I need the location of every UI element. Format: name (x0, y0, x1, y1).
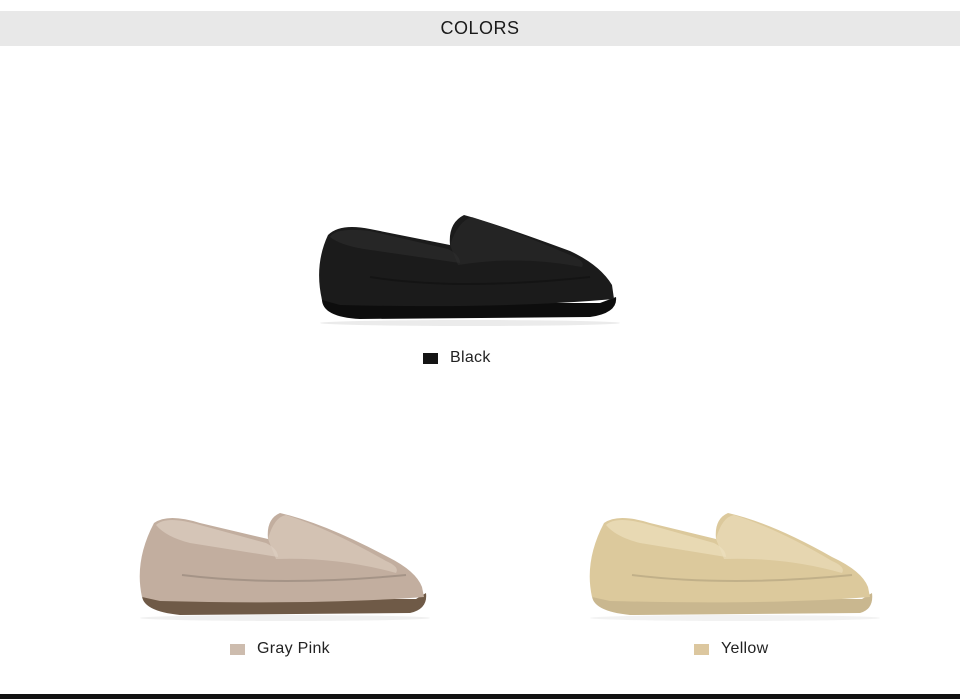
slipper-yellow-image (589, 513, 880, 621)
slipper-toe-flap (450, 217, 583, 267)
color-chip-yellow (694, 643, 709, 655)
colors-header-band: COLORS (0, 11, 960, 46)
slipper-black-image (319, 215, 620, 326)
color-name-black: Black (450, 349, 491, 366)
color-name-gray-pink: Gray Pink (257, 640, 330, 657)
swatch-label-black: Black (423, 349, 491, 367)
color-chip-gray-pink (230, 643, 245, 655)
slipper-gray-pink-image (139, 513, 430, 621)
product-image-yellow (570, 505, 900, 635)
product-image-black (300, 205, 630, 335)
swatch-label-yellow: Yellow (694, 640, 768, 658)
product-image-gray-pink (120, 505, 450, 635)
swatch-label-gray-pink: Gray Pink (230, 640, 330, 658)
bottom-divider (0, 694, 960, 699)
colors-title: COLORS (440, 18, 520, 38)
color-name-yellow: Yellow (721, 640, 769, 657)
color-chip-black (423, 352, 438, 364)
